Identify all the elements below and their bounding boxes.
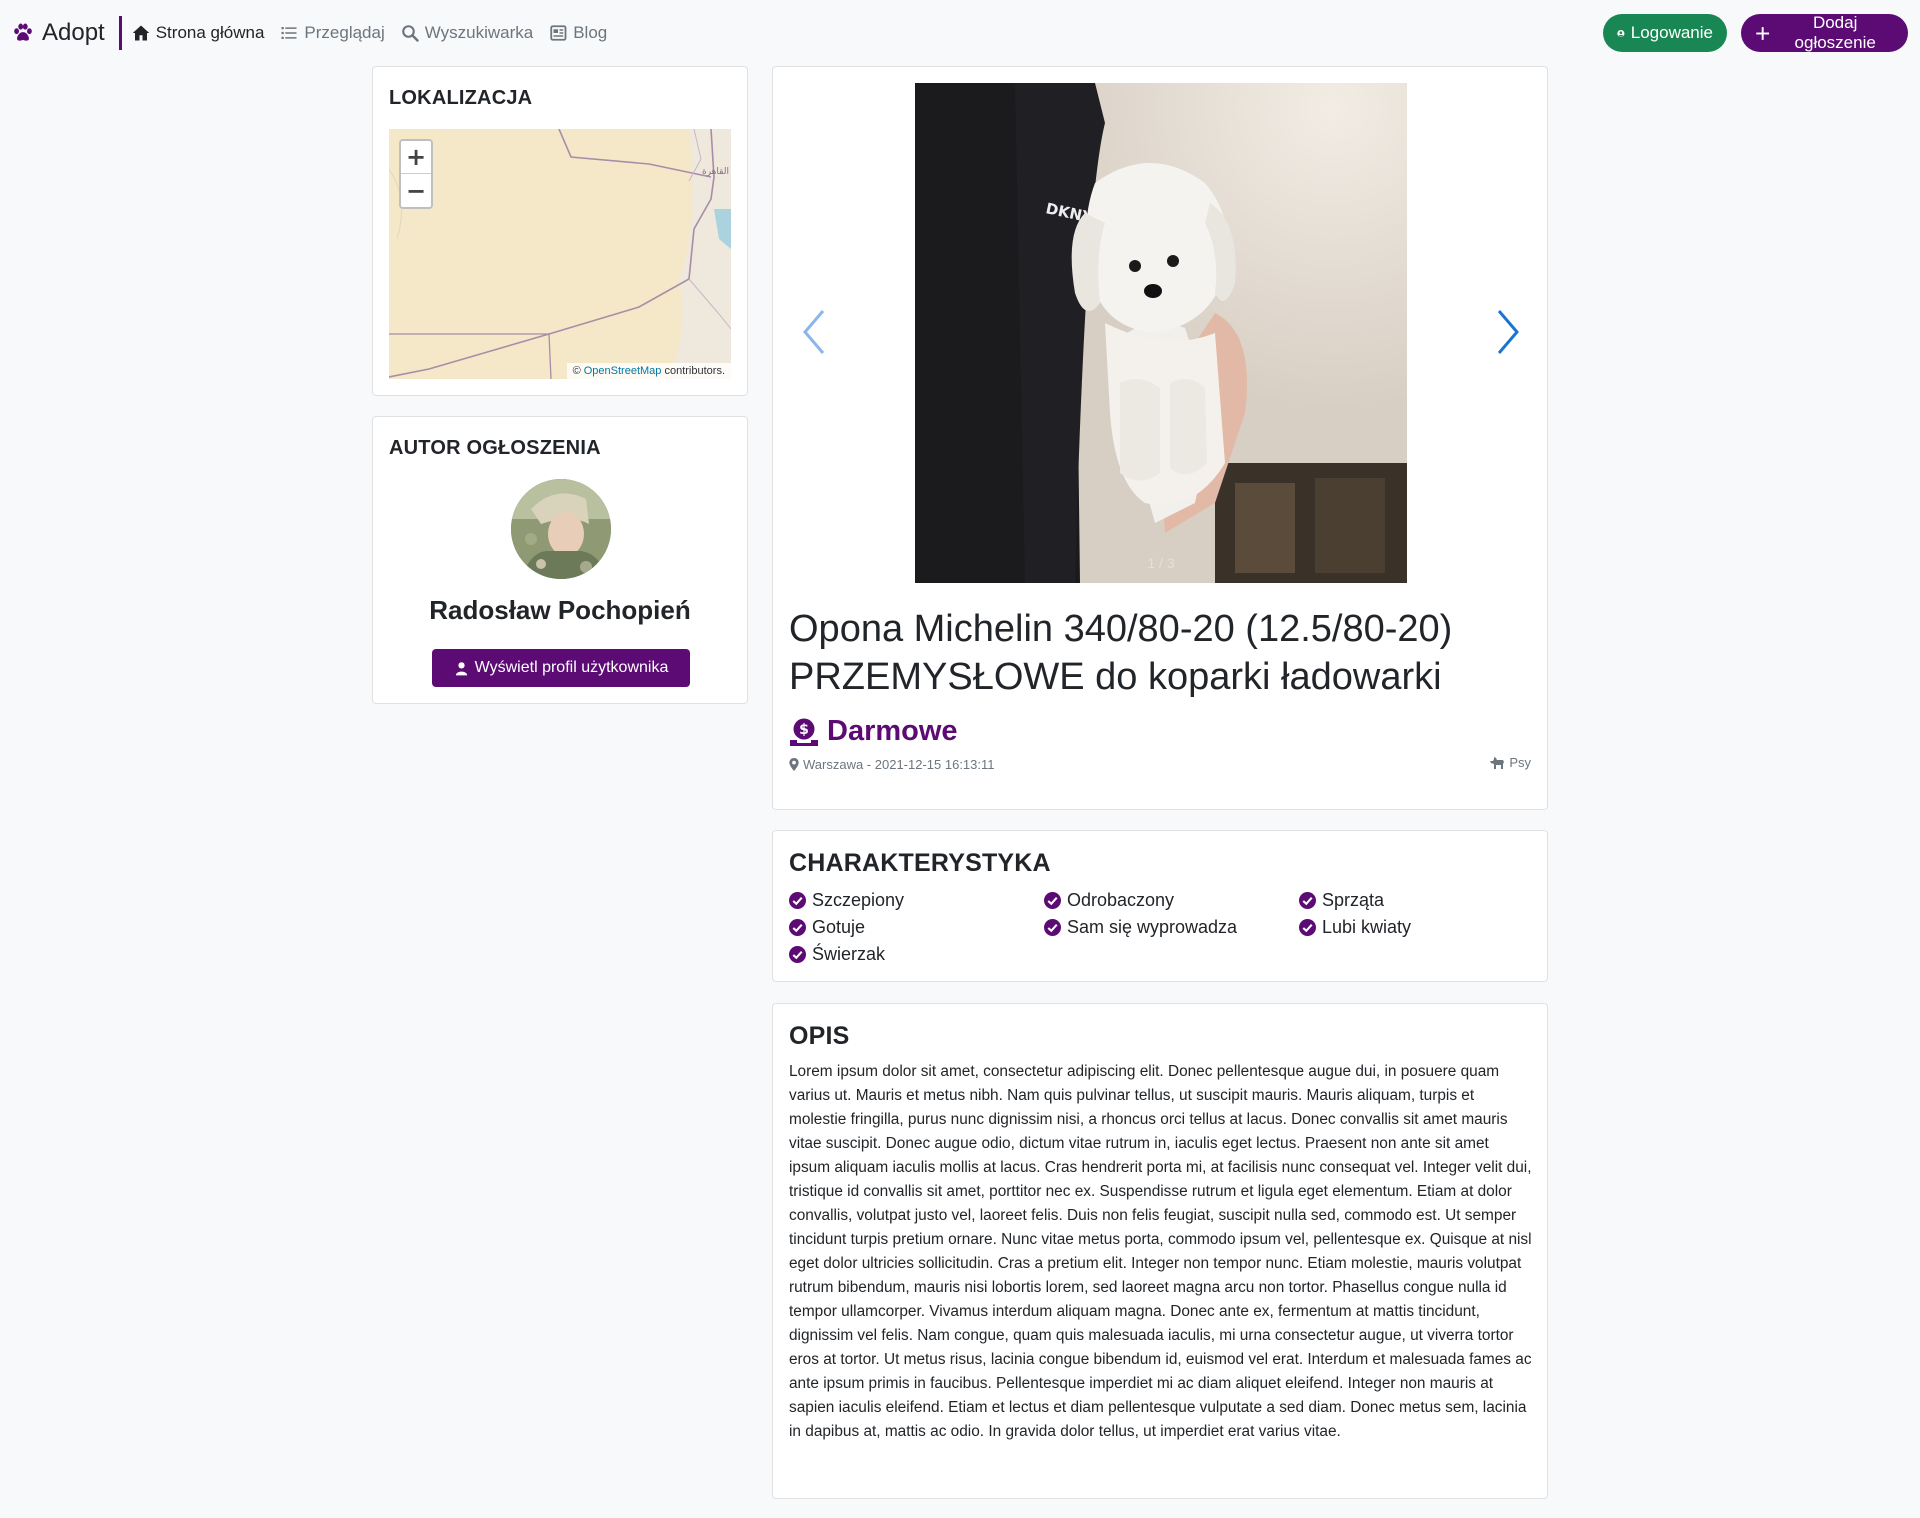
list-item: Sam się wyprowadza <box>1044 914 1299 940</box>
home-icon <box>132 25 149 41</box>
trait-label: Odrobaczony <box>1067 889 1175 910</box>
location-card: LOKALIZACJA القاهرة + − © OpenStreetMap … <box>372 66 748 396</box>
search-icon <box>401 25 419 42</box>
author-card-title: AUTOR OGŁOSZENIA <box>389 437 601 459</box>
description-card: OPIS Lorem ipsum dolor sit amet, consect… <box>772 1003 1548 1499</box>
plus-icon <box>1756 26 1770 40</box>
nav-search[interactable]: Wyszukiwarka <box>401 23 533 43</box>
list-item: Świerzak <box>789 941 1044 967</box>
list-item: Lubi kwiaty <box>1299 914 1549 940</box>
nav-home-label: Strona główna <box>155 23 265 42</box>
list-item: Sprząta <box>1299 887 1549 913</box>
check-circle-icon <box>789 945 806 963</box>
dog-icon <box>1490 756 1505 769</box>
check-circle-icon <box>1299 918 1316 936</box>
trait-label: Lubi kwiaty <box>1322 916 1412 937</box>
trait-label: Świerzak <box>812 943 886 964</box>
money-hand-icon: $ <box>790 718 818 746</box>
paw-icon <box>14 23 32 41</box>
nav-blog[interactable]: Blog <box>549 23 607 43</box>
svg-text:$: $ <box>799 722 809 738</box>
check-circle-icon <box>789 918 806 936</box>
top-navbar: Adopt Strona główna Przeglądaj Wyszukiwa… <box>0 0 1920 66</box>
map-place-label: القاهرة <box>702 167 729 177</box>
map-marker-icon <box>789 758 799 771</box>
listing-title: Opona Michelin 340/80-20 (12.5/80-20) PR… <box>789 608 1453 698</box>
photo-gallery[interactable]: DKNY 1 / 3 <box>915 83 1407 583</box>
nav-browse[interactable]: Przeglądaj <box>280 23 385 43</box>
login-button-label: Logowanie <box>1630 23 1713 42</box>
location-map[interactable]: القاهرة + − © OpenStreetMap contributors… <box>389 129 731 379</box>
list-icon <box>281 27 297 39</box>
newspaper-icon <box>550 25 567 41</box>
check-circle-icon <box>1299 891 1316 909</box>
check-circle-icon <box>1044 891 1061 909</box>
trait-label: Sam się wyprowadza <box>1067 916 1238 937</box>
brand-name: Adopt <box>42 19 105 46</box>
gallery-next-arrow-icon[interactable] <box>1493 307 1523 357</box>
brand-divider <box>118 16 122 50</box>
nav-browse-label: Przeglądaj <box>304 23 385 42</box>
listing-card: DKNY 1 / 3 Opona Michelin 340/80-20 (12.… <box>772 66 1548 810</box>
zoom-out-button[interactable]: − <box>401 174 431 207</box>
characteristics-title: CHARAKTERYSTYKA <box>789 849 1051 877</box>
description-text: Lorem ipsum dolor sit amet, consectetur … <box>789 1063 1532 1440</box>
avatar <box>511 479 611 579</box>
nav-blog-label: Blog <box>573 23 608 42</box>
listing-category: Psy <box>1489 755 1531 770</box>
map-attribution: © OpenStreetMap contributors. <box>566 363 731 379</box>
characteristics-card: CHARAKTERYSTYKA Szczepiony Odrobaczony S… <box>772 830 1548 982</box>
avatar-image <box>511 479 611 579</box>
location-title: LOKALIZACJA <box>389 87 533 109</box>
author-name: Radosław Pochopień <box>429 595 691 625</box>
gallery-prev-arrow-icon[interactable] <box>799 307 829 357</box>
user-circle-icon <box>1617 29 1625 37</box>
list-item: Szczepiony <box>789 887 1044 913</box>
nav-home[interactable]: Strona główna <box>132 23 265 43</box>
author-card: AUTOR OGŁOSZENIA Radosław Pochopień Wyśw… <box>372 416 748 704</box>
view-profile-label: Wyświetl profil użytkownika <box>474 659 669 676</box>
description-title: OPIS <box>789 1022 850 1050</box>
attribution-suffix: contributors. <box>664 365 725 377</box>
openstreetmap-link[interactable]: OpenStreetMap <box>584 365 662 377</box>
price: $ Darmowe <box>789 715 958 748</box>
login-button[interactable]: Logowanie <box>1603 14 1727 52</box>
nav-search-label: Wyszukiwarka <box>424 23 534 42</box>
category-label: Psy <box>1509 755 1531 770</box>
add-listing-button-label: Dodaj ogłoszenie <box>1794 13 1876 52</box>
map-tiles <box>389 129 731 379</box>
list-item: Gotuje <box>789 914 1044 940</box>
check-circle-icon <box>1044 918 1061 936</box>
location-date-text: Warszawa - 2021-12-15 16:13:11 <box>803 757 995 772</box>
characteristics-list: Szczepiony Odrobaczony Sprząta Gotuje Sa… <box>789 887 1549 967</box>
list-item: Odrobaczony <box>1044 887 1299 913</box>
trait-label: Sprząta <box>1322 889 1385 910</box>
user-icon <box>455 661 467 675</box>
map-zoom-control: + − <box>399 139 433 209</box>
listing-location-date: Warszawa - 2021-12-15 16:13:11 <box>789 757 995 772</box>
price-label: Darmowe <box>827 715 958 747</box>
check-circle-icon <box>789 891 806 909</box>
attribution-prefix: © <box>572 365 581 377</box>
add-listing-button[interactable]: Dodaj ogłoszenie <box>1741 13 1908 52</box>
view-profile-button[interactable]: Wyświetl profil użytkownika <box>432 649 690 687</box>
trait-label: Szczepiony <box>812 889 905 910</box>
gallery-counter: 1 / 3 <box>1147 555 1175 571</box>
listing-photo: DKNY <box>915 83 1407 583</box>
zoom-in-button[interactable]: + <box>401 141 431 174</box>
brand-logo[interactable]: Adopt <box>12 16 119 50</box>
trait-label: Gotuje <box>812 916 866 937</box>
nav-actions: Logowanie Dodaj ogłoszenie <box>1603 13 1908 52</box>
